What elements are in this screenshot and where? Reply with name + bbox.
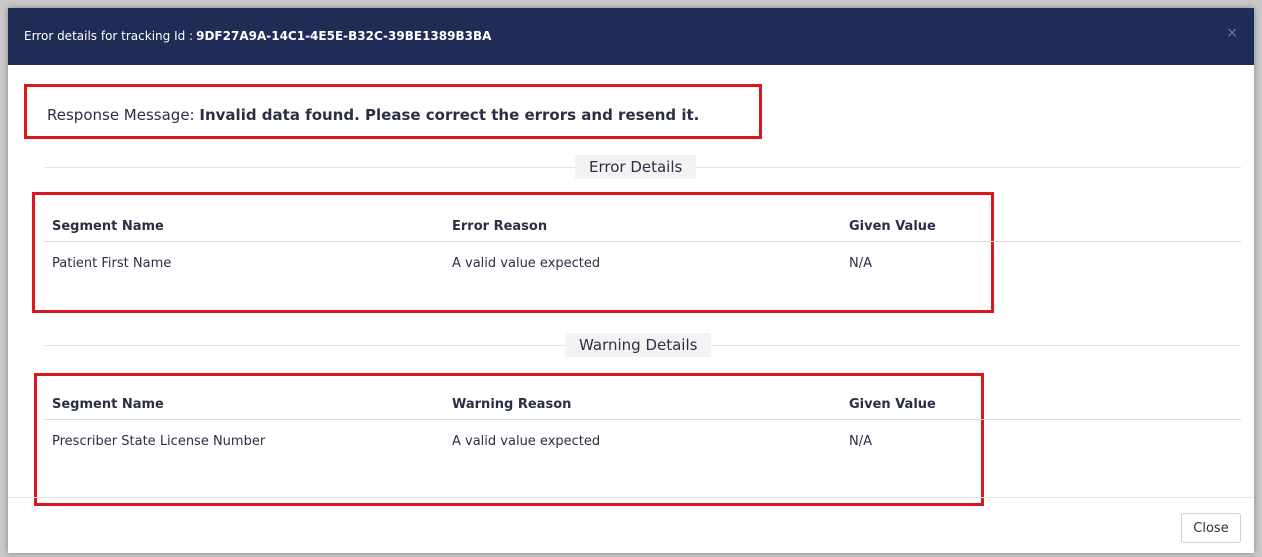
column-header-segment-name: Segment Name (52, 397, 164, 412)
close-icon[interactable]: × (1226, 26, 1238, 40)
segment-name-cell: Prescriber State License Number (52, 434, 266, 449)
close-button[interactable]: Close (1181, 513, 1241, 543)
modal-header: Error details for tracking Id :9DF27A9A-… (8, 8, 1254, 65)
tracking-id: 9DF27A9A-14C1-4E5E-B32C-39BE1389B3BA (196, 29, 492, 43)
table-row: Patient First Name A valid value expecte… (44, 250, 1241, 280)
error-details-title: Error Details (575, 155, 697, 179)
modal-footer-divider (8, 497, 1254, 498)
segment-name-cell: Patient First Name (52, 256, 172, 271)
given-value-cell: N/A (849, 434, 872, 449)
warning-details-title: Warning Details (565, 333, 712, 357)
response-message: Response Message: Invalid data found. Pl… (47, 106, 699, 124)
column-header-given-value: Given Value (849, 397, 936, 412)
warning-reason-cell: A valid value expected (452, 434, 601, 449)
error-reason-cell: A valid value expected (452, 256, 601, 271)
column-header-given-value: Given Value (849, 219, 936, 234)
column-header-warning-reason: Warning Reason (452, 397, 572, 412)
error-table-header: Segment Name Error Reason Given Value (44, 211, 1241, 242)
column-header-segment-name: Segment Name (52, 219, 164, 234)
response-message-text: Invalid data found. Please correct the e… (199, 106, 700, 124)
warning-table-header: Segment Name Warning Reason Given Value (44, 389, 1241, 420)
error-details-modal: Error details for tracking Id :9DF27A9A-… (8, 8, 1254, 553)
modal-title: Error details for tracking Id :9DF27A9A-… (24, 29, 491, 43)
response-message-label: Response Message: (47, 106, 195, 124)
given-value-cell: N/A (849, 256, 872, 271)
table-row: Prescriber State License Number A valid … (44, 428, 1241, 458)
column-header-error-reason: Error Reason (452, 219, 548, 234)
modal-title-prefix: Error details for tracking Id : (24, 29, 194, 43)
response-message-highlight: Response Message: Invalid data found. Pl… (24, 84, 762, 139)
